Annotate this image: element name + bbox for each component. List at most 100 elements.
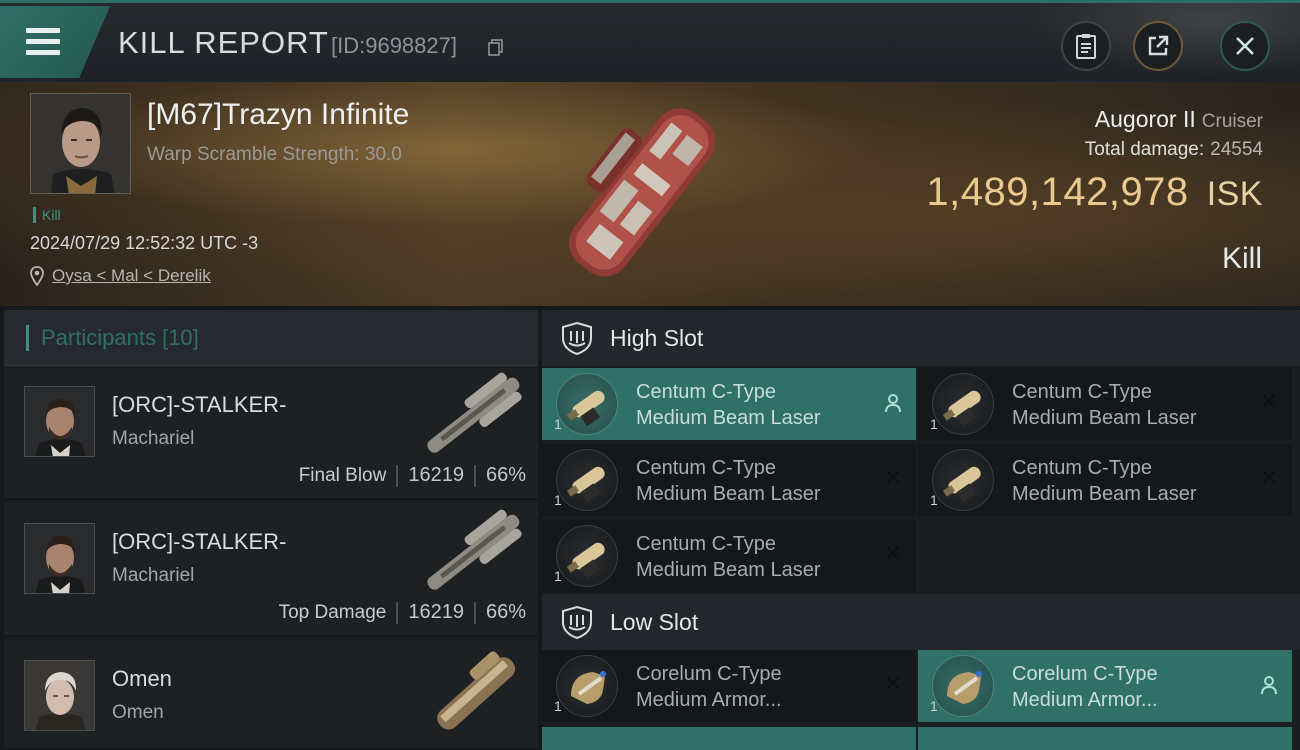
avatar[interactable] [24,386,95,457]
report-button[interactable] [1061,21,1111,71]
module-icon [556,655,618,717]
participant-stats: Final Blow 16219 66% [299,464,526,487]
victim-ship-image [569,108,716,277]
participant-damage: 16219 [408,464,464,486]
x-icon: ✕ [1259,466,1279,491]
victim-portrait[interactable] [30,93,131,194]
participant-row[interactable]: [ORC]-STALKER- Machariel Top Damage 1621… [4,503,538,637]
module-item[interactable]: 1 Centum C-Type Medium Beam Laser [542,368,916,440]
module-subname: Medium Beam Laser [636,483,821,505]
share-button[interactable] [1133,21,1183,71]
isk-amount: 1,489,142,978 [926,170,1189,214]
victim-banner: [M67]Trazyn Infinite Warp Scramble Stren… [0,82,1300,306]
module-icon [556,525,618,587]
module-icon [932,449,994,511]
participant-role: Top Damage [278,601,387,623]
stat-divider [396,601,399,624]
module-icon [556,449,618,511]
module-subname: Medium Beam Laser [636,559,821,581]
page-title: KILL REPORT [118,25,329,60]
participants-title: Participants [10] [26,325,199,351]
participant-ship-image [437,651,516,730]
participant-portrait [25,661,94,730]
participant-ship-image [427,372,522,453]
laser-icon [942,390,981,427]
fitting-panel: High Slot 1 Centum C-Type Medium Beam La… [542,310,1300,750]
x-icon: ✕ [883,466,903,491]
pin-icon [30,266,44,286]
module-name: Corelum C-Type [1012,663,1158,685]
module-quantity: 1 [930,416,938,432]
module-subname: Medium Beam Laser [1012,407,1197,429]
module-item-partial[interactable] [918,727,1292,750]
kill-location[interactable]: Oysa < Mal < Derelik [30,266,211,286]
module-quantity: 1 [930,492,938,508]
menu-icon [26,28,60,56]
laser-icon [942,466,981,503]
kill-tag: Kill [33,207,61,223]
module-subname: Medium Armor... [1012,689,1158,711]
module-subname: Medium Armor... [636,689,782,711]
armor-repairer-icon [571,671,606,704]
location-link[interactable]: Oysa < Mal < Derelik [52,266,211,286]
module-item[interactable]: 1 Centum C-Type Medium Beam Laser ✕ [542,444,916,516]
copy-icon[interactable] [488,39,504,56]
module-quantity: 1 [930,698,938,714]
module-name: Centum C-Type [1012,457,1153,479]
module-item[interactable]: 1 Centum C-Type Medium Beam Laser ✕ [542,520,916,592]
laser-icon [566,466,605,503]
participant-portrait [25,524,94,593]
stat-divider [473,601,476,624]
header-bar: KILL REPORT [ID:9698827] [0,0,1300,85]
laser-icon [566,390,605,427]
person-icon [1258,674,1280,696]
total-damage-value: 24554 [1210,139,1263,160]
warp-scramble-strength: Warp Scramble Strength: 30.0 [147,144,402,165]
victim-ship-name[interactable]: Augoror II Cruiser [1095,106,1263,133]
participant-name[interactable]: [ORC]-STALKER- [112,392,286,418]
participant-damage: 16219 [408,601,464,623]
module-name: Corelum C-Type [636,663,782,685]
participants-count: [10] [162,325,199,350]
avatar[interactable] [24,523,95,594]
participant-name[interactable]: [ORC]-STALKER- [112,529,286,555]
participant-ship: Machariel [112,565,195,586]
high-slot-header: High Slot [542,310,1300,366]
module-item[interactable]: 1 Corelum C-Type Medium Armor... ✕ [542,650,916,722]
module-subname: Medium Beam Laser [1012,483,1197,505]
participant-row[interactable]: [ORC]-STALKER- Machariel Final Blow 1621… [4,366,538,500]
ship-name-text: Augoror II [1094,106,1196,132]
module-name: Centum C-Type [636,533,777,555]
victim-name[interactable]: [M67]Trazyn Infinite [147,98,409,132]
participant-ship-image [427,509,522,590]
low-slot-header: Low Slot [542,594,1300,650]
module-quantity: 1 [554,698,562,714]
module-quantity: 1 [554,416,562,432]
module-item[interactable]: 1 Centum C-Type Medium Beam Laser ✕ [918,444,1292,516]
participants-panel: Participants [10] [ORC]-STALKER- Machari… [4,310,538,750]
total-damage: Total damage: 24554 [1085,139,1263,161]
stat-divider [473,464,476,487]
module-item[interactable]: 1 Corelum C-Type Medium Armor... [918,650,1292,722]
menu-button[interactable] [0,6,110,78]
isk-unit: ISK [1206,175,1263,213]
armor-repairer-icon [947,671,982,704]
module-name: Centum C-Type [636,381,777,403]
module-item[interactable]: 1 Centum C-Type Medium Beam Laser ✕ [918,368,1292,440]
participant-row[interactable]: Omen Omen [4,640,538,750]
kill-result: Kill [1221,242,1262,275]
module-icon [556,373,618,435]
participant-name[interactable]: Omen [112,666,172,692]
participant-percent: 66% [485,601,526,623]
low-slot-title: Low Slot [610,609,699,635]
participant-role: Final Blow [298,464,387,486]
share-icon [1148,35,1169,56]
close-button[interactable] [1220,21,1270,71]
participants-title-text: Participants [41,325,156,350]
close-icon [1236,37,1254,55]
module-subname: Medium Beam Laser [636,407,821,429]
module-item-partial[interactable] [542,727,916,750]
participant-ship: Machariel [112,428,195,449]
kill-timestamp: 2024/07/29 12:52:32 UTC -3 [30,233,259,253]
avatar[interactable] [24,660,95,731]
